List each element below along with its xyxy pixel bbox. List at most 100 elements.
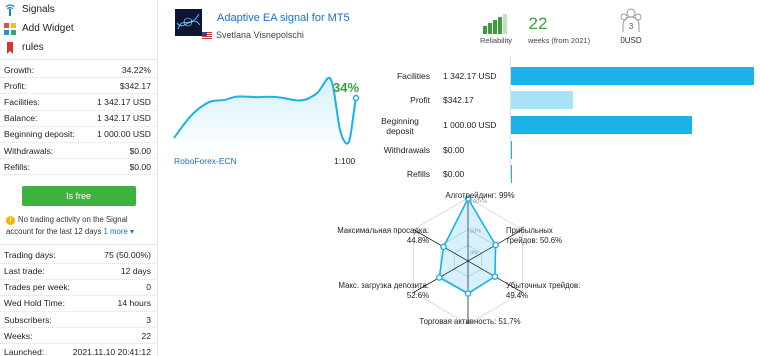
stat-hold-time: Wed Hold Time: 14 hours xyxy=(0,296,157,313)
stat-value: 34.22% xyxy=(121,64,151,75)
menu-item-signals[interactable]: Signals xyxy=(0,0,157,19)
stat-value: $0.00 xyxy=(129,161,151,172)
menu-item-label: Add Widget xyxy=(22,23,74,34)
stat-value: 12 days xyxy=(120,266,151,277)
stat-last-trade: Last trade: 12 days xyxy=(0,264,157,280)
stat-label: Facilities: xyxy=(4,96,40,107)
sparkline-area xyxy=(174,77,356,154)
warning-icon: ! xyxy=(6,216,15,226)
chevron-down-icon: ▾ xyxy=(129,227,134,237)
bar[interactable] xyxy=(511,141,512,159)
bar-value-label: $342.17 xyxy=(443,95,474,105)
signal-thumbnail[interactable] xyxy=(175,9,202,36)
stat-label: Weeks: xyxy=(4,330,33,341)
stat-balance: Balance: 1 342.17 USD xyxy=(0,111,157,127)
us-flag-icon xyxy=(202,31,212,39)
radar-axis-label: Максимальная просадка: 44.8% xyxy=(337,226,429,245)
trading-radar-chart: 100+%50%0% Алготрейдинг: 99%Прибыльных т… xyxy=(330,186,630,356)
radar-point xyxy=(436,274,443,281)
stat-launched: Launched: 2021.11.10 20:41:12 xyxy=(0,344,157,356)
stat-beginning-deposit: Beginning deposit: 1 000.00 USD xyxy=(0,127,157,143)
radar-axis-label: Алготрейдинг: 99% xyxy=(445,191,515,200)
stat-value: 75 (50.00%) xyxy=(104,249,151,260)
stat-facilities: Facilities: 1 342.17 USD xyxy=(0,94,157,111)
bar-label: Beginning deposit xyxy=(381,116,419,136)
widget-icon xyxy=(4,22,16,35)
radar-axis-label: Убыточных трейдов: 49.4% xyxy=(506,281,581,300)
leverage-value: 1:100 xyxy=(334,156,356,166)
bar-row: Withdrawals $0.00 xyxy=(370,141,760,159)
stat-label: Refills: xyxy=(4,161,30,172)
radar-point xyxy=(491,273,499,280)
subscribers-count: 3 xyxy=(629,22,634,31)
stat-value: 1 342.17 USD xyxy=(97,113,151,124)
radar-axis-label: Прибыльных трейдов: 50.6% xyxy=(506,226,563,245)
account-stats: Growth: 34.22% Profit: $342.17 Facilities:… xyxy=(0,62,157,176)
bar[interactable] xyxy=(511,67,754,85)
divider xyxy=(0,244,157,246)
stat-label: Withdrawals: xyxy=(4,145,54,156)
bar-value-label: $0.00 xyxy=(443,169,465,179)
stat-weeks: Weeks: 22 xyxy=(0,328,157,345)
radar-point xyxy=(464,290,472,297)
radar-axis-label: Макс. загрузка депозита: 52.6% xyxy=(338,281,429,300)
stat-label: Wed Hold Time: xyxy=(4,298,65,309)
stat-withdrawals: Withdrawals: $0.00 xyxy=(0,143,157,160)
author-row: Svetlana Visnepolschi xyxy=(202,30,304,40)
sparkline-endpoint xyxy=(352,94,360,102)
stat-label: Trading days: xyxy=(4,249,56,260)
divider xyxy=(0,59,157,60)
bar[interactable] xyxy=(511,116,693,134)
radar-point xyxy=(492,241,499,249)
bar-label: Profit xyxy=(410,95,430,105)
weeks-value: 22 xyxy=(528,14,548,33)
bar[interactable] xyxy=(511,165,512,183)
stat-label: Last trade: xyxy=(4,266,45,277)
bar-label: Facilities xyxy=(396,71,430,81)
more-link-label: 1 more xyxy=(103,227,128,237)
menu-item-add-widget[interactable]: Add Widget xyxy=(0,19,157,38)
stat-value: 1 342.17 USD xyxy=(97,96,151,107)
bookmark-icon xyxy=(4,41,16,54)
stat-value: 1 000.00 USD xyxy=(97,129,151,140)
menu-item-label: rules xyxy=(22,42,44,53)
broker-link[interactable]: RoboForex-ECN xyxy=(174,156,237,166)
bar[interactable] xyxy=(511,91,573,109)
stat-growth: Growth: 34.22% xyxy=(0,62,157,79)
stat-trades-per-week: Trades per week: 0 xyxy=(0,280,157,296)
radar-point xyxy=(440,243,447,251)
bar-value-label: 1 342.17 USD xyxy=(443,71,497,81)
stat-label: Trades per week: xyxy=(4,282,71,293)
bar-label: Withdrawals xyxy=(383,145,430,155)
trading-stats: Trading days: 75 (50.00%) Last trade: 12 d… xyxy=(0,247,157,356)
stat-value: 2021.11.10 20:41:12 xyxy=(72,347,151,356)
stat-profit: Profit: $342.17 xyxy=(0,78,157,95)
more-link[interactable]: 1 more ▾ xyxy=(104,227,134,236)
menu-item-label: Signals xyxy=(22,4,55,15)
radar-value-polygon xyxy=(438,196,497,295)
stat-value: 3 xyxy=(146,314,151,325)
reliability-bars-icon xyxy=(483,14,509,34)
menu-item-rules[interactable]: rules xyxy=(0,38,157,57)
author-name[interactable]: Svetlana Visnepolschi xyxy=(216,30,304,40)
stat-value: 22 xyxy=(141,330,151,341)
reliability-label: Reliability xyxy=(479,36,513,45)
subscribe-free-button[interactable]: Is free xyxy=(21,186,136,207)
stat-label: Growth: xyxy=(4,64,35,75)
bar-row: Facilities 1 342.17 USD xyxy=(370,67,760,85)
stat-trading-days: Trading days: 75 (50.00%) xyxy=(0,247,157,264)
sidebar: Signals Add Widget rules Growth: 34.22% P… xyxy=(0,0,158,356)
stat-value: $342.17 xyxy=(119,80,151,91)
stat-label: Subscribers: xyxy=(4,314,52,325)
stat-subscribers: Subscribers: 3 xyxy=(0,312,157,329)
bar-value-label: $0.00 xyxy=(443,145,465,155)
bar-value-label: 1 000.00 USD xyxy=(443,120,497,130)
bar-row: Refills $0.00 xyxy=(370,165,760,183)
signal-icon xyxy=(4,3,16,16)
signal-title[interactable]: Adaptive EA signal for MT5 xyxy=(217,12,350,24)
subscription-price: 0USD xyxy=(620,36,642,45)
stat-label: Profit: xyxy=(4,80,27,91)
bar-label: Refills xyxy=(406,169,430,179)
stat-label: Beginning deposit: xyxy=(4,129,75,140)
stat-value: $0.00 xyxy=(129,145,151,156)
